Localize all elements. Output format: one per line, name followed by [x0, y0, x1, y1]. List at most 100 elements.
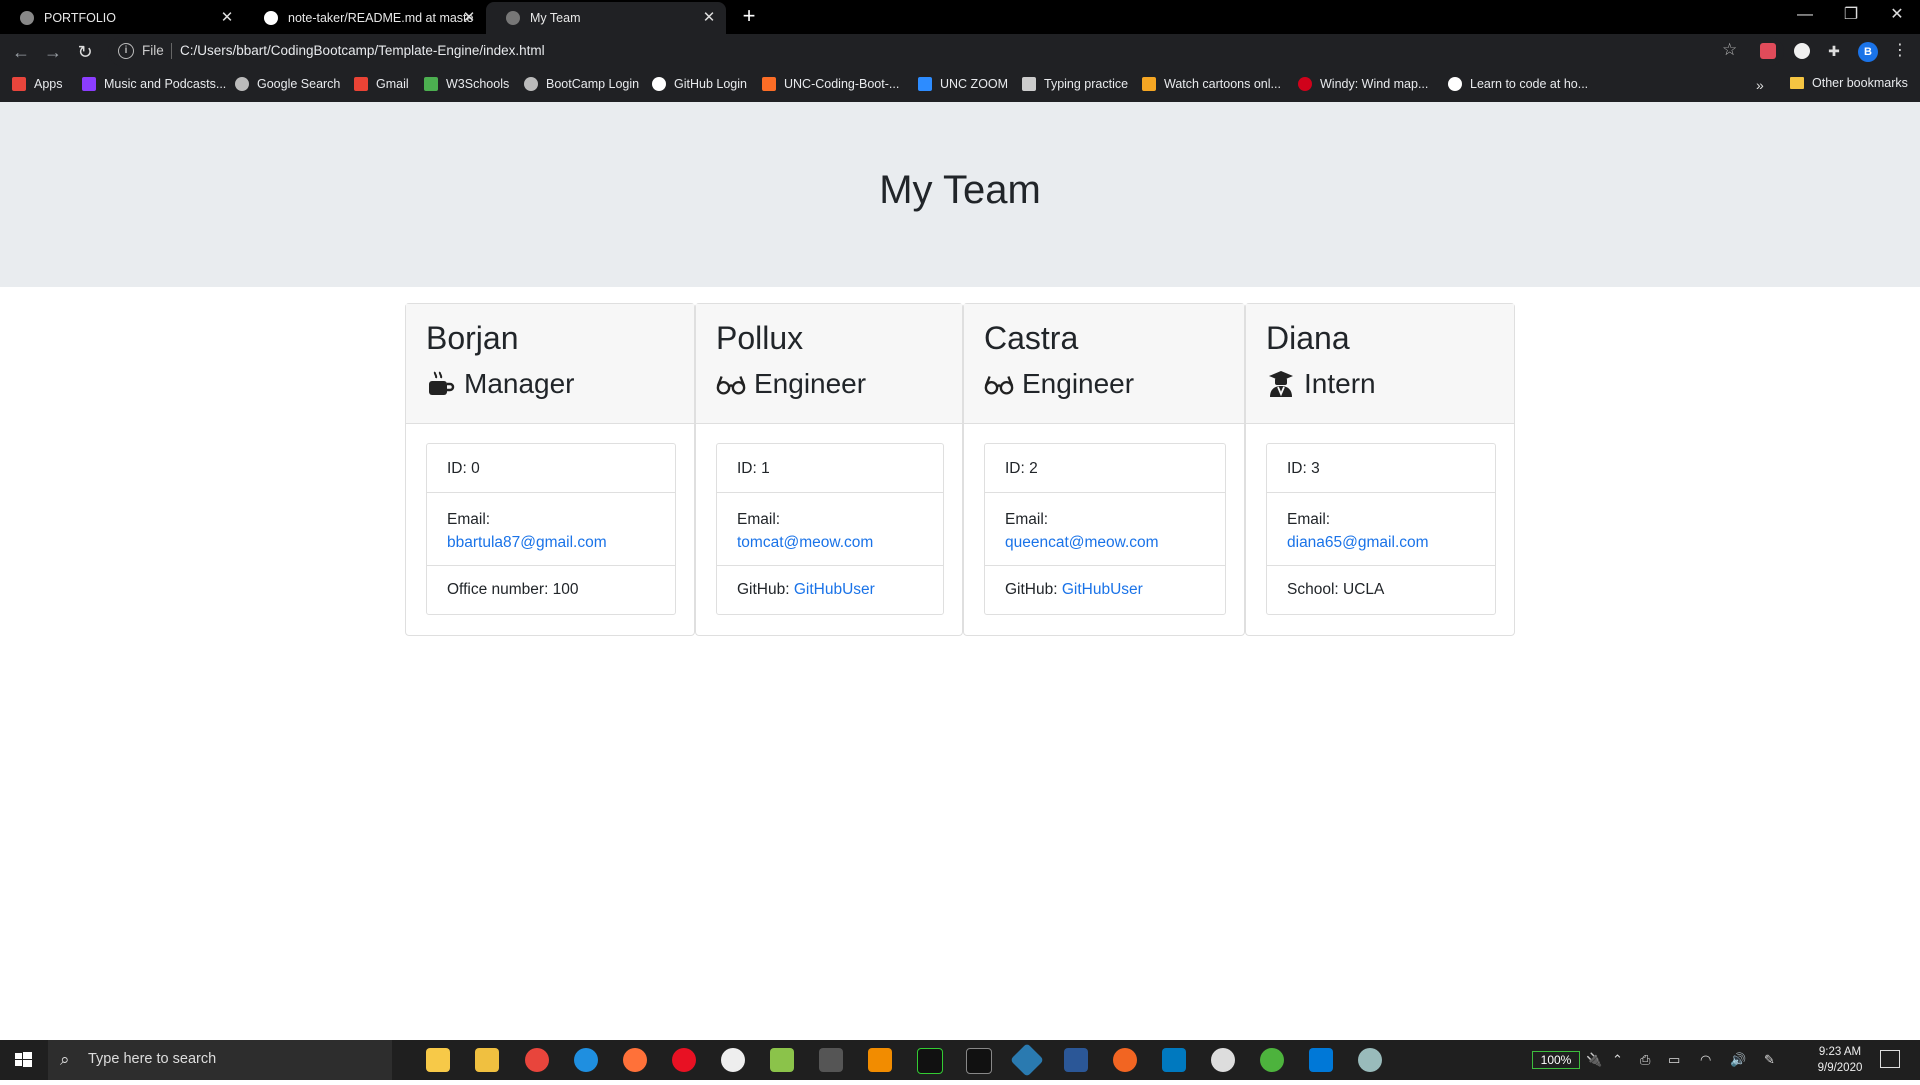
notepad-icon[interactable]	[770, 1048, 794, 1072]
other-bookmarks-folder[interactable]: Other bookmarks	[1790, 76, 1908, 90]
minimize-icon[interactable]: —	[1782, 0, 1828, 30]
github-link[interactable]: GitHubUser	[794, 581, 875, 598]
info-icon[interactable]: i	[118, 43, 134, 59]
bookmark-typing-practice[interactable]: Typing practice	[1022, 77, 1128, 91]
wifi-icon[interactable]: ◠	[1700, 1040, 1711, 1080]
mug-icon	[426, 369, 456, 399]
close-icon[interactable]: ✕	[460, 9, 478, 27]
email-link[interactable]: diana65@gmail.com	[1287, 531, 1475, 554]
vscode-icon[interactable]	[1309, 1048, 1333, 1072]
reload-icon[interactable]: ↻	[74, 41, 96, 63]
avatar[interactable]: B	[1858, 42, 1878, 62]
battery-icon[interactable]: ▭	[1668, 1040, 1680, 1080]
bookmark-w3schools[interactable]: W3Schools	[424, 77, 509, 91]
search-input[interactable]: Type here to search	[88, 1051, 216, 1067]
xbox-icon[interactable]	[721, 1048, 745, 1072]
git-icon[interactable]	[1010, 1043, 1044, 1077]
new-tab-button[interactable]: +	[738, 5, 760, 27]
opera-icon[interactable]	[672, 1048, 696, 1072]
back-icon[interactable]: ←	[10, 41, 32, 63]
browser-toolbar: ← → ↻ i File C:/Users/bbart/CodingBootca…	[0, 34, 1920, 69]
bookmark-github-login[interactable]: GitHub Login	[652, 77, 747, 91]
employee-card: Borjan Manager ID: 0 Email: bbartula87@g…	[405, 303, 695, 636]
bookmark-label: GitHub Login	[674, 77, 747, 91]
employee-card: Castra Engineer ID: 2 Email: queencat@me…	[963, 303, 1245, 636]
file-explorer-icon[interactable]	[475, 1048, 499, 1072]
email-item: Email: tomcat@meow.com	[717, 493, 943, 566]
page-viewport: My Team Borjan Manager ID: 0 Email: bbar…	[0, 102, 1920, 1040]
card-header: Diana Intern	[1246, 304, 1514, 424]
close-icon[interactable]: ✕	[700, 9, 718, 27]
email-label: Email:	[1287, 511, 1331, 528]
gitlab-icon	[762, 77, 776, 91]
email-label: Email:	[737, 511, 781, 528]
email-link[interactable]: queencat@meow.com	[1005, 531, 1205, 554]
tab-readme[interactable]: note-taker/README.md at maste ✕	[244, 2, 486, 34]
terminal-icon[interactable]	[966, 1048, 992, 1074]
info-list: ID: 1 Email: tomcat@meow.com GitHub: Git…	[716, 443, 944, 615]
chevron-double-right-icon[interactable]: »	[1756, 77, 1764, 93]
id-item: ID: 3	[1267, 444, 1495, 493]
bookmark-music[interactable]: Music and Podcasts...	[82, 77, 226, 91]
edge-icon[interactable]	[574, 1048, 598, 1072]
taskbar-search[interactable]: ⌕ Type here to search	[48, 1040, 392, 1080]
office-number-item: Office number: 100	[447, 581, 579, 598]
bookmark-watch-cartoons[interactable]: Watch cartoons onl...	[1142, 77, 1281, 91]
bookmark-unc-coding[interactable]: UNC-Coding-Boot-...	[762, 77, 899, 91]
bookmark-unc-zoom[interactable]: UNC ZOOM	[918, 77, 1008, 91]
trello-icon[interactable]	[1162, 1048, 1186, 1072]
power-plug-icon[interactable]: 🔌	[1586, 1040, 1602, 1080]
windows-start-icon[interactable]	[0, 1040, 48, 1080]
extension-icon[interactable]	[1794, 43, 1810, 59]
bookmark-windy[interactable]: Windy: Wind map...	[1298, 77, 1428, 91]
address-bar[interactable]: i File C:/Users/bbart/CodingBootcamp/Tem…	[108, 37, 1784, 66]
tab-title: PORTFOLIO	[44, 11, 117, 25]
extension-icon[interactable]	[1760, 43, 1776, 59]
sticky-notes-icon[interactable]	[426, 1048, 450, 1072]
employee-name: Castra	[984, 320, 1079, 356]
close-icon[interactable]: ✕	[218, 9, 236, 27]
window-close-icon[interactable]: ✕	[1874, 0, 1920, 30]
email-link[interactable]: bbartula87@gmail.com	[447, 531, 655, 554]
restore-icon[interactable]: ❐	[1828, 0, 1874, 30]
tab-my-team[interactable]: My Team ✕	[486, 2, 726, 34]
paint-icon[interactable]	[1358, 1048, 1382, 1072]
system-clock[interactable]: 9:23 AM 9/9/2020	[1810, 1044, 1870, 1076]
bookmark-label: Google Search	[257, 77, 341, 91]
calendar-icon[interactable]	[819, 1048, 843, 1072]
mongodb-icon[interactable]	[1260, 1048, 1284, 1072]
forward-icon[interactable]: →	[42, 41, 64, 63]
hulu-icon[interactable]	[917, 1048, 943, 1074]
email-link[interactable]: tomcat@meow.com	[737, 531, 923, 554]
email-label: Email:	[447, 511, 491, 528]
bookmark-gmail[interactable]: Gmail	[354, 77, 409, 91]
email-item: Email: diana65@gmail.com	[1267, 493, 1495, 566]
email-item: Email: bbartula87@gmail.com	[427, 493, 675, 566]
bookmark-bootcamp-login[interactable]: BootCamp Login	[524, 77, 639, 91]
bookmark-google-search[interactable]: Google Search	[235, 77, 340, 91]
bookmark-learn-to-code[interactable]: Learn to code at ho...	[1448, 77, 1588, 91]
employee-role: Intern	[1266, 368, 1376, 400]
network-icon[interactable]: ⎙	[1640, 1040, 1650, 1080]
chrome-icon[interactable]	[525, 1048, 549, 1072]
clock-time: 9:23 AM	[1818, 1046, 1862, 1058]
card-header: Borjan Manager	[406, 304, 694, 424]
notification-icon[interactable]	[1880, 1050, 1900, 1068]
battery-indicator[interactable]: 100%	[1532, 1051, 1580, 1069]
bookmark-apps[interactable]: Apps	[12, 77, 63, 91]
puzzle-icon[interactable]: ✚	[1826, 43, 1842, 59]
github-link[interactable]: GitHubUser	[1062, 581, 1143, 598]
vlc-icon[interactable]	[868, 1048, 892, 1072]
tab-portfolio[interactable]: PORTFOLIO ✕	[0, 2, 244, 34]
bookmark-star-icon[interactable]: ☆	[1722, 40, 1737, 60]
postman-icon[interactable]	[1113, 1048, 1137, 1072]
pen-icon[interactable]: ✎	[1764, 1040, 1775, 1080]
slack-icon[interactable]	[1211, 1048, 1235, 1072]
chevron-up-icon[interactable]: ⌃	[1612, 1040, 1623, 1080]
menu-icon[interactable]: ⋮	[1892, 40, 1908, 60]
sourcetree-icon[interactable]	[1064, 1048, 1088, 1072]
url-text[interactable]: C:/Users/bbart/CodingBootcamp/Template-E…	[180, 43, 545, 58]
bookmark-label: W3Schools	[446, 77, 510, 91]
volume-icon[interactable]: 🔊	[1730, 1040, 1746, 1080]
firefox-icon[interactable]	[623, 1048, 647, 1072]
